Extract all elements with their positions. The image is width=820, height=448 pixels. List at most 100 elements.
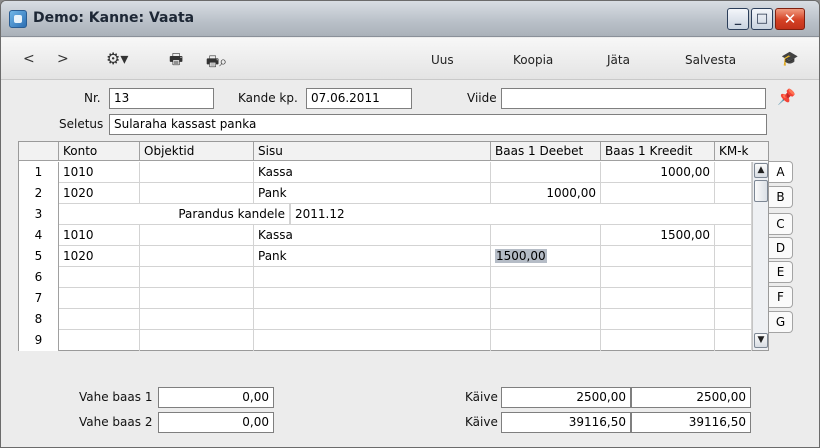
table-row[interactable]: 9 [19, 330, 752, 351]
cell-sisu[interactable]: Kassa [254, 162, 491, 183]
cell-objektid[interactable] [140, 246, 254, 267]
row-number: 7 [19, 288, 59, 309]
cell-deebet[interactable] [491, 267, 601, 288]
table-row[interactable]: 6 [19, 267, 752, 288]
cell-konto[interactable] [59, 330, 140, 351]
cell-kmk[interactable] [715, 162, 752, 183]
close-button[interactable]: ✕ [775, 8, 805, 30]
cell-objektid[interactable] [140, 330, 254, 351]
date-field[interactable]: 07.06.2011 [306, 88, 412, 109]
graduation-cap-icon[interactable]: 🎓 [781, 51, 798, 67]
cell-kmk[interactable] [715, 183, 752, 204]
cell-sisu[interactable]: Kassa [254, 225, 491, 246]
scroll-down-icon[interactable]: ▼ [754, 333, 768, 348]
cell-sisu[interactable] [254, 330, 491, 351]
table-row[interactable]: 3 Parandus kandele 2011.12 [19, 204, 752, 225]
date-label: Kande kp. [238, 91, 298, 105]
cell-deebet[interactable] [491, 330, 601, 351]
cell-sisu[interactable]: Pank [254, 246, 491, 267]
cell-kmk[interactable] [715, 225, 752, 246]
cell-kmk[interactable] [715, 309, 752, 330]
cell-konto[interactable] [59, 309, 140, 330]
minimize-icon: _ [734, 11, 742, 26]
cell-deebet[interactable] [491, 309, 601, 330]
maximize-button[interactable]: □ [751, 8, 773, 30]
cell-deebet[interactable] [491, 288, 601, 309]
tab-b[interactable]: B [769, 186, 793, 208]
table-row[interactable]: 7 [19, 288, 752, 309]
cell-kreedit[interactable]: 1000,00 [601, 162, 715, 183]
table-row[interactable]: 1 1010 Kassa 1000,00 [19, 162, 752, 183]
tab-a[interactable]: A [769, 161, 793, 183]
print-icon[interactable]: 🖶 [169, 49, 183, 74]
cell-deebet-selected[interactable]: 1500,00 [491, 246, 601, 267]
cell-objektid[interactable] [140, 183, 254, 204]
forward-icon[interactable]: > [57, 51, 69, 67]
cell-objektid[interactable] [140, 309, 254, 330]
cell-kmk[interactable] [715, 330, 752, 351]
cell-deebet[interactable]: 1000,00 [491, 183, 601, 204]
cell-kreedit[interactable] [601, 246, 715, 267]
cell-objektid[interactable] [140, 225, 254, 246]
tab-d[interactable]: D [769, 237, 793, 259]
cell-kreedit[interactable] [601, 267, 715, 288]
cell-sisu[interactable] [254, 288, 491, 309]
cell-sisu[interactable] [254, 267, 491, 288]
minimize-button[interactable]: _ [727, 8, 749, 30]
gear-icon[interactable]: ⚙▾ [106, 49, 128, 68]
cell-kreedit[interactable]: 1500,00 [601, 225, 715, 246]
cell-kmk[interactable] [715, 267, 752, 288]
cell-kreedit[interactable] [601, 330, 715, 351]
new-button[interactable]: Uus [431, 53, 454, 67]
table-row[interactable]: 5 1020 Pank 1500,00 [19, 246, 752, 267]
cell-konto[interactable]: 1020 [59, 246, 140, 267]
tab-e[interactable]: E [769, 261, 793, 283]
cell-objektid[interactable] [140, 162, 254, 183]
column-header-sisu[interactable]: Sisu [254, 142, 491, 161]
cell-konto[interactable]: 1020 [59, 183, 140, 204]
nr-field[interactable]: 13 [109, 88, 214, 109]
diff1-label: Vahe baas 1 [79, 390, 153, 404]
cell-sisu[interactable] [254, 309, 491, 330]
cell-kmk[interactable] [715, 288, 752, 309]
print-preview-icon[interactable]: 🖶⌕ [206, 51, 227, 75]
vertical-scrollbar[interactable]: ▲ ▼ [752, 162, 768, 350]
tab-g[interactable]: G [769, 311, 793, 333]
cell-kmk[interactable] [715, 246, 752, 267]
cell-konto[interactable]: 1010 [59, 162, 140, 183]
cell-deebet[interactable] [491, 225, 601, 246]
ref-label: Viide [467, 91, 497, 105]
cell-deebet[interactable] [491, 162, 601, 183]
tab-f[interactable]: F [769, 286, 793, 308]
pin-icon[interactable]: 📌 [777, 88, 796, 106]
back-icon[interactable]: < [23, 51, 35, 67]
cell-kreedit[interactable] [601, 288, 715, 309]
tab-c[interactable]: C [769, 213, 793, 235]
cell-sisu[interactable]: Pank [254, 183, 491, 204]
cell-kreedit[interactable] [601, 183, 715, 204]
scroll-thumb[interactable] [754, 180, 768, 202]
cell-kreedit[interactable] [601, 309, 715, 330]
correction-period-field[interactable]: 2011.12 [290, 204, 752, 225]
cell-objektid[interactable] [140, 288, 254, 309]
skip-button[interactable]: Jäta [607, 53, 630, 67]
selected-value[interactable]: 1500,00 [495, 249, 547, 263]
save-button[interactable]: Salvesta [685, 53, 736, 67]
column-header-konto[interactable]: Konto [59, 142, 140, 161]
table-row[interactable]: 2 1020 Pank 1000,00 [19, 183, 752, 204]
column-header-objektid[interactable]: Objektid [140, 142, 254, 161]
column-header-kmk[interactable]: KM-k [715, 142, 768, 161]
column-header-deebet[interactable]: Baas 1 Deebet [491, 142, 601, 161]
description-field[interactable]: Sularaha kassast panka [109, 114, 767, 135]
cell-objektid[interactable] [140, 267, 254, 288]
table-row[interactable]: 4 1010 Kassa 1500,00 [19, 225, 752, 246]
ref-field[interactable] [501, 88, 766, 109]
cell-konto[interactable] [59, 267, 140, 288]
scroll-up-icon[interactable]: ▲ [754, 163, 768, 178]
copy-button[interactable]: Koopia [513, 53, 553, 67]
column-header-kreedit[interactable]: Baas 1 Kreedit [601, 142, 715, 161]
table-row[interactable]: 8 [19, 309, 752, 330]
title-bar[interactable]: Demo: Kanne: Vaata _ □ ✕ [1, 1, 819, 37]
cell-konto[interactable] [59, 288, 140, 309]
cell-konto[interactable]: 1010 [59, 225, 140, 246]
